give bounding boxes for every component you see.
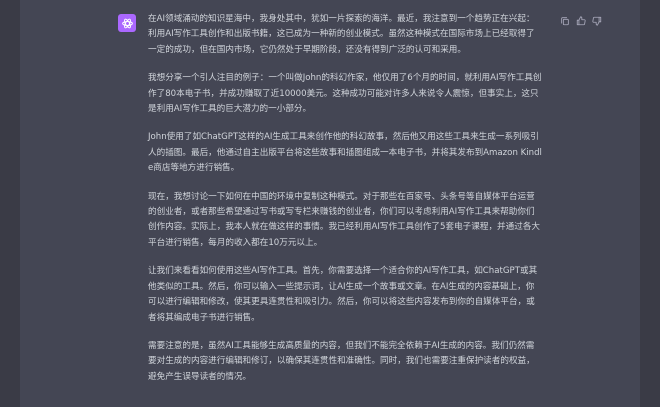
message-paragraph: 让我们来看看如何使用这些AI写作工具。首先，你需要选择一个适合你的AI写作工具，… [148, 266, 538, 323]
message-actions [560, 16, 602, 26]
thumbs-down-icon[interactable] [592, 16, 602, 26]
message-paragraph: 我想分享一个引人注目的例子：一个叫做John的科幻作家，他仅用了6个月的时间，就… [148, 73, 542, 115]
chat-window: 在AI领域涌动的知识星海中，我身处其中，犹如一片探索的海洋。最近，我注意到一个趋… [0, 0, 660, 407]
assistant-message: 在AI领域涌动的知识星海中，我身处其中，犹如一片探索的海洋。最近，我注意到一个趋… [20, 0, 640, 407]
right-gutter [640, 0, 660, 407]
left-gutter [0, 0, 20, 407]
message-content: 在AI领域涌动的知识星海中，我身处其中，犹如一片探索的海洋。最近，我注意到一个趋… [148, 12, 542, 398]
message-paragraph: 在AI领域涌动的知识星海中，我身处其中，犹如一片探索的海洋。最近，我注意到一个趋… [148, 14, 535, 55]
chatgpt-logo-icon [118, 14, 136, 32]
copy-icon[interactable] [560, 16, 570, 26]
message-paragraph: John使用了如ChatGPT这样的AI生成工具来创作他的科幻故事，然后他又用这… [148, 132, 542, 174]
message-paragraph: 需要注意的是，虽然AI工具能够生成高质量的内容，但我们不能完全依赖于AI生成的内… [148, 340, 535, 382]
thumbs-up-icon[interactable] [576, 16, 586, 26]
message-paragraph: 现在，我想讨论一下如何在中国的环境中复制这种模式。对于那些在百家号、头条号等自媒… [148, 191, 541, 248]
